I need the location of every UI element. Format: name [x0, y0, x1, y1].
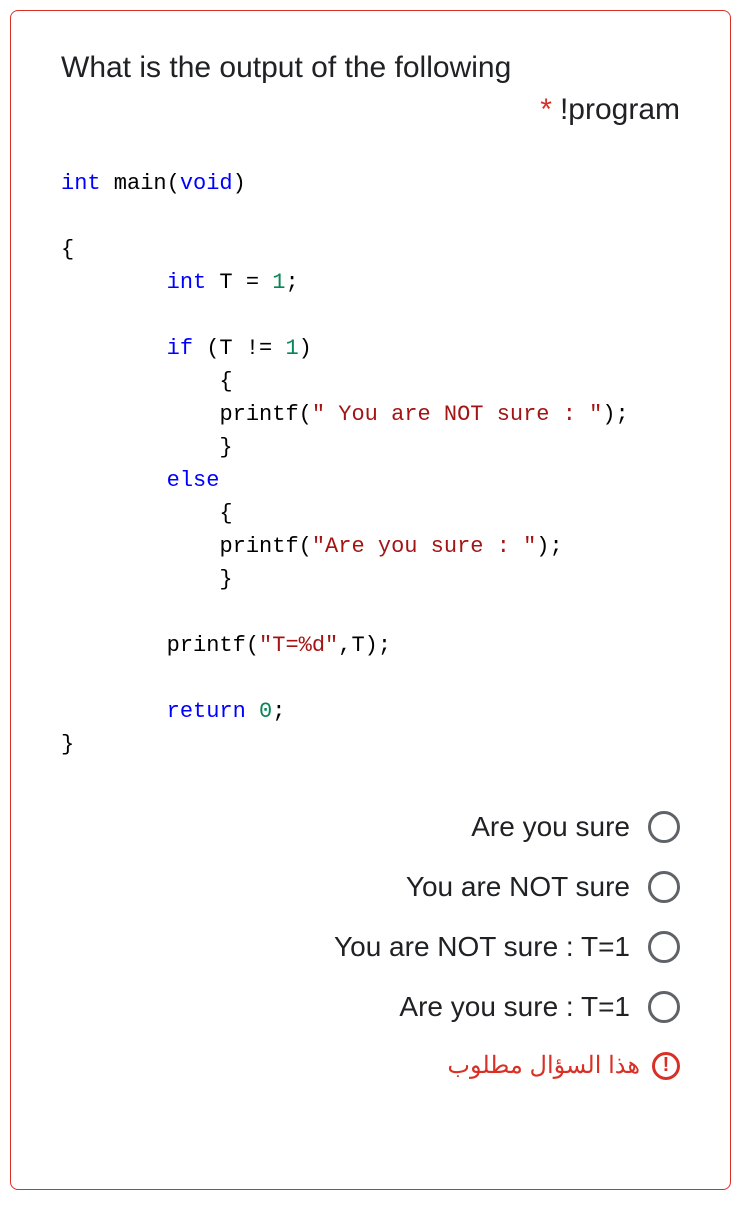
code-l13-indent [61, 699, 167, 724]
code-l13-sp [246, 699, 259, 724]
code-l2: { [61, 237, 74, 262]
code-l3-semi: ; [285, 270, 298, 295]
option-4[interactable]: Are you sure : T=1 [61, 991, 680, 1023]
code-l11: } [61, 567, 233, 592]
code-l4-end: ) [299, 336, 312, 361]
question-card: What is the output of the following *!pr… [10, 10, 731, 1190]
code-l10-end: ); [536, 534, 562, 559]
required-asterisk: * [540, 93, 552, 126]
code-l3-num: 1 [272, 270, 285, 295]
code-l10-indent [61, 534, 219, 559]
code-l9: { [61, 501, 233, 526]
question-line2: *!program [61, 93, 680, 127]
option-3-label: You are NOT sure : T=1 [334, 931, 630, 963]
required-text: هذا السؤال مطلوب [447, 1051, 640, 1080]
code-main: main( [101, 171, 180, 196]
code-l4-rest: (T != [193, 336, 285, 361]
options-list: Are you sure You are NOT sure You are NO… [61, 811, 680, 1023]
question-line1: What is the output of the following [61, 51, 680, 85]
code-l6-end: ); [602, 402, 628, 427]
code-l10-str: "Are you sure : " [312, 534, 536, 559]
code-l12-indent [61, 633, 167, 658]
code-void: void [180, 171, 233, 196]
option-2[interactable]: You are NOT sure [61, 871, 680, 903]
code-block: int main(void) { int T = 1; if (T != 1) … [61, 167, 680, 761]
code-l6-str: " You are NOT sure : " [312, 402, 602, 427]
option-4-label: Are you sure : T=1 [399, 991, 630, 1023]
code-l3-int: int [167, 270, 207, 295]
code-l10-printf: printf( [219, 534, 311, 559]
alert-icon: ! [652, 1052, 680, 1080]
code-l4-indent [61, 336, 167, 361]
code-l12-str: "T=%d" [259, 633, 338, 658]
code-l3-indent [61, 270, 167, 295]
option-3[interactable]: You are NOT sure : T=1 [61, 931, 680, 963]
code-if: if [167, 336, 193, 361]
code-l1-end: ) [233, 171, 246, 196]
code-l13-semi: ; [272, 699, 285, 724]
code-l12-printf: printf( [167, 633, 259, 658]
code-l14: } [61, 732, 74, 757]
option-1-label: Are you sure [471, 811, 630, 843]
code-l3-rest: T = [206, 270, 272, 295]
code-l5: { [61, 369, 233, 394]
code-l13-num: 0 [259, 699, 272, 724]
code-l6-indent [61, 402, 219, 427]
radio-icon [648, 871, 680, 903]
code-l4-num: 1 [285, 336, 298, 361]
alert-icon-text: ! [663, 1054, 670, 1077]
code-return: return [167, 699, 246, 724]
code-l12-rest: ,T); [338, 633, 391, 658]
code-l8-indent [61, 468, 167, 493]
radio-icon [648, 991, 680, 1023]
question-line2-text: !program [560, 93, 680, 126]
required-message: هذا السؤال مطلوب ! [61, 1051, 680, 1080]
code-kw-int: int [61, 171, 101, 196]
radio-icon [648, 811, 680, 843]
code-l7: } [61, 435, 233, 460]
option-2-label: You are NOT sure [406, 871, 630, 903]
code-l6-printf: printf( [219, 402, 311, 427]
option-1[interactable]: Are you sure [61, 811, 680, 843]
code-else: else [167, 468, 220, 493]
radio-icon [648, 931, 680, 963]
question-header: What is the output of the following *!pr… [61, 51, 680, 127]
